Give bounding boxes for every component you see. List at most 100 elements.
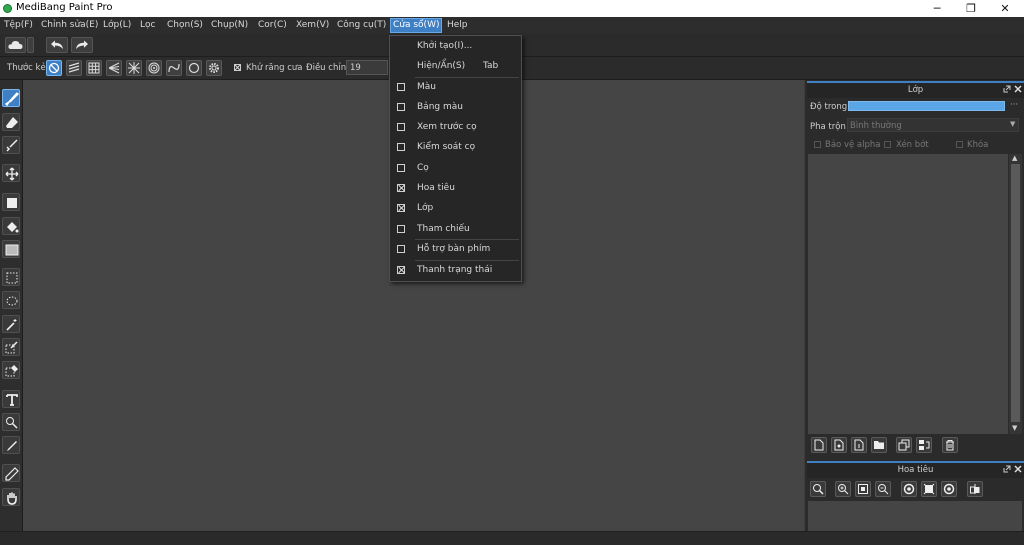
- opacity-slider[interactable]: [848, 101, 1005, 111]
- scroll-up-icon[interactable]: ▲: [1012, 154, 1017, 162]
- dot-tool[interactable]: [2, 136, 20, 154]
- menu-filter[interactable]: Lọc: [138, 19, 157, 32]
- shape-fill-tool[interactable]: [2, 193, 20, 211]
- checkbox-checked: [397, 204, 405, 212]
- menu-window[interactable]: Cửa sổ(W): [390, 18, 443, 33]
- menu-item-reference[interactable]: Tham chiếu: [390, 219, 521, 239]
- minimize-button[interactable]: ─: [920, 0, 954, 17]
- clipping-checkbox[interactable]: [884, 141, 891, 148]
- redo-icon: [76, 40, 88, 49]
- menu-item-label: Thanh trạng thái: [417, 265, 493, 275]
- concentric-ruler-button[interactable]: [146, 60, 162, 76]
- select-tool[interactable]: [2, 268, 20, 286]
- zoom-in-button[interactable]: [835, 481, 851, 497]
- close-icon[interactable]: [1014, 465, 1022, 473]
- menu-capture[interactable]: Chụp(N): [209, 19, 250, 32]
- menu-select[interactable]: Chọn(S): [165, 19, 205, 32]
- close-icon[interactable]: [1014, 85, 1022, 93]
- menu-item-show-hide[interactable]: Hiện/Ẩn(S) Tab: [390, 56, 521, 76]
- grid-ruler-button[interactable]: [86, 60, 102, 76]
- brush-tool[interactable]: [2, 89, 20, 107]
- menu-item-brush-control[interactable]: Kiểm soát cọ: [390, 137, 521, 157]
- checkbox-checked: [397, 266, 405, 274]
- select-eraser-tool[interactable]: [2, 361, 20, 379]
- menu-tools[interactable]: Công cụ(T): [335, 19, 388, 32]
- menu-file[interactable]: Tệp(F): [2, 19, 35, 32]
- ruler-settings-button[interactable]: [206, 60, 222, 76]
- new-halftone-layer-button[interactable]: [831, 437, 847, 453]
- color-picker-tool[interactable]: [2, 464, 20, 482]
- cloud-menu-button[interactable]: [27, 37, 34, 53]
- cloud-button[interactable]: [5, 37, 26, 53]
- zoom-fit-button[interactable]: [810, 481, 826, 497]
- lock-checkbox[interactable]: [956, 141, 963, 148]
- ellipse-ruler-button[interactable]: [186, 60, 202, 76]
- menu-help[interactable]: Help: [445, 19, 470, 32]
- menu-item-status-bar[interactable]: Thanh trạng thái: [390, 260, 521, 280]
- lasso-tool[interactable]: [2, 291, 20, 309]
- folder-icon: [874, 441, 884, 449]
- menu-item-label: Hiện/Ẩn(S): [417, 61, 466, 71]
- undo-button[interactable]: [46, 37, 68, 53]
- merge-layer-button[interactable]: [916, 437, 932, 453]
- opacity-more-icon[interactable]: ···: [1010, 100, 1018, 110]
- hand-tool[interactable]: [2, 488, 20, 506]
- new-1bit-layer-button[interactable]: [851, 437, 867, 453]
- new-page-icon: [814, 439, 824, 451]
- layer-list[interactable]: [808, 154, 1008, 434]
- antialias-checkbox[interactable]: [234, 64, 241, 71]
- text-tool[interactable]: [2, 390, 20, 408]
- duplicate-layer-button[interactable]: [896, 437, 912, 453]
- protect-alpha-checkbox[interactable]: [814, 141, 821, 148]
- perspective-ruler-button[interactable]: [106, 60, 122, 76]
- popout-icon[interactable]: [1003, 85, 1011, 93]
- move-tool[interactable]: [2, 164, 20, 182]
- ruler-off-button[interactable]: [46, 60, 62, 76]
- eyedropper-tool[interactable]: [2, 436, 20, 454]
- fit-window-button[interactable]: [855, 481, 871, 497]
- menu-color[interactable]: Cor(C): [256, 19, 289, 32]
- scrollbar-thumb[interactable]: [1011, 164, 1020, 422]
- menu-view[interactable]: Xem(V): [294, 19, 331, 32]
- restore-button[interactable]: ❐: [954, 0, 988, 17]
- flip-horizontal-button[interactable]: [967, 481, 983, 497]
- menu-item-color[interactable]: Màu: [390, 77, 521, 97]
- menu-item-brush-preview[interactable]: Xem trước cọ: [390, 117, 521, 137]
- scroll-down-icon[interactable]: ▼: [1012, 424, 1017, 432]
- operation-tool[interactable]: [2, 413, 20, 431]
- gradient-tool[interactable]: [2, 240, 20, 258]
- new-layer-button[interactable]: [811, 437, 827, 453]
- menu-layer[interactable]: Lớp(L): [101, 19, 133, 32]
- menu-item-navigator[interactable]: Hoa tiêu: [390, 178, 521, 198]
- select-pen-tool[interactable]: [2, 338, 20, 356]
- reset-rotation-button[interactable]: [921, 481, 937, 497]
- radial-ruler-button[interactable]: [126, 60, 142, 76]
- layer-scrollbar[interactable]: ▲ ▼: [1009, 154, 1022, 434]
- curve-icon: [168, 63, 180, 73]
- menu-item-brush[interactable]: Cọ: [390, 158, 521, 178]
- delete-layer-button[interactable]: [942, 437, 958, 453]
- curve-ruler-button[interactable]: [166, 60, 182, 76]
- menu-edit[interactable]: Chỉnh sửa(E): [39, 19, 100, 32]
- menu-item-keyboard-support[interactable]: Hỗ trợ bàn phím: [390, 239, 521, 259]
- menu-item-color-palette[interactable]: Bảng màu: [390, 97, 521, 117]
- close-button[interactable]: ✕: [988, 0, 1022, 17]
- blend-label: Pha trộn: [810, 122, 846, 132]
- blend-mode-select[interactable]: Bình thường ▼: [847, 118, 1019, 132]
- zoom-out-button[interactable]: [875, 481, 891, 497]
- undo-icon: [51, 40, 63, 49]
- hand-pointer-icon: [6, 417, 18, 429]
- parallel-ruler-button[interactable]: [66, 60, 82, 76]
- popout-icon[interactable]: [1003, 465, 1011, 473]
- correction-input[interactable]: 19: [346, 60, 388, 75]
- rotate-right-button[interactable]: [941, 481, 957, 497]
- redo-button[interactable]: [71, 37, 93, 53]
- menu-item-label: Màu: [417, 82, 436, 92]
- bucket-tool[interactable]: [2, 217, 20, 235]
- menu-item-layer[interactable]: Lớp: [390, 198, 521, 218]
- menu-item-initialize[interactable]: Khởi tạo(I)...: [390, 36, 521, 56]
- eraser-tool[interactable]: [2, 113, 20, 131]
- new-folder-button[interactable]: [871, 437, 887, 453]
- magic-wand-tool[interactable]: [2, 315, 20, 333]
- rotate-left-button[interactable]: [901, 481, 917, 497]
